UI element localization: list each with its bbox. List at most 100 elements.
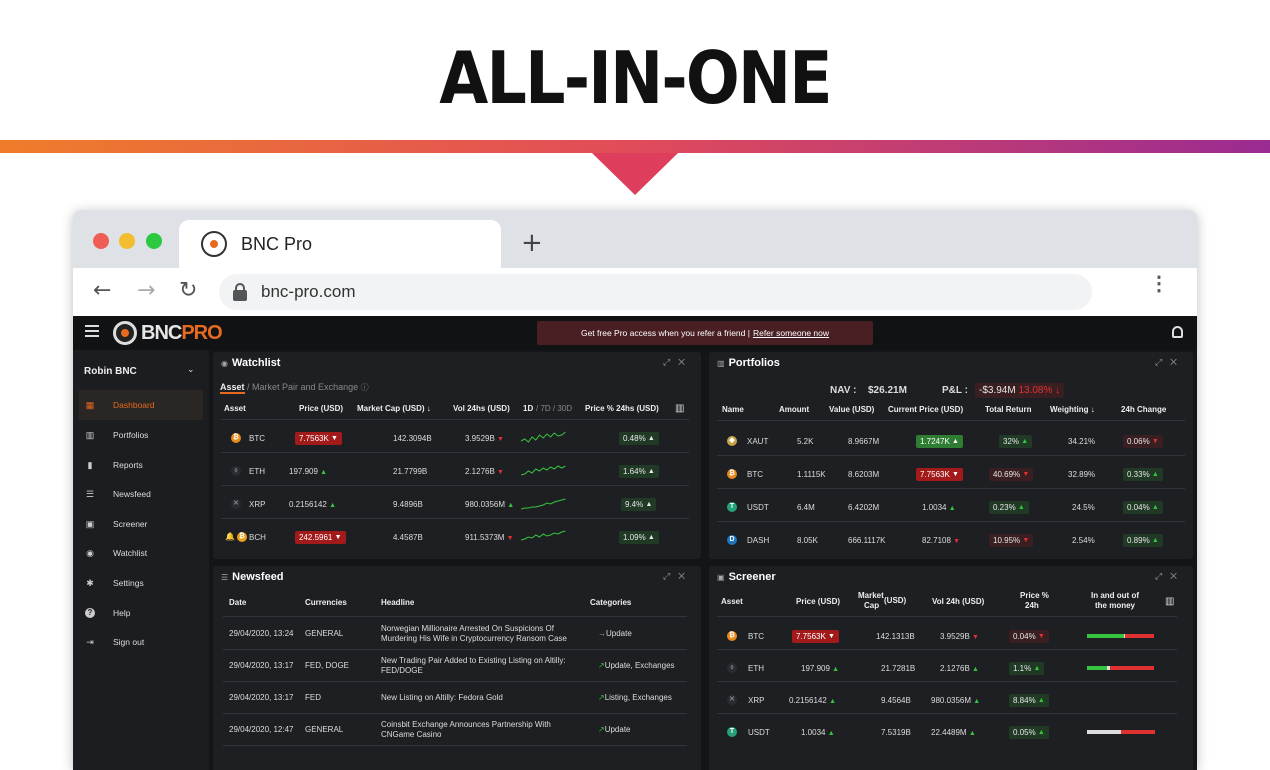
back-button[interactable]: ← [93, 278, 111, 303]
market-cap: 9.4896B [393, 500, 423, 509]
app-logo[interactable]: BNC PRO [113, 321, 223, 345]
reload-button[interactable]: ↻ [179, 278, 197, 303]
browser-menu-button[interactable]: ⋮ [1149, 274, 1169, 294]
asset-name[interactable]: BCH [249, 533, 266, 542]
row-divider [221, 485, 689, 486]
column-header[interactable]: Market [858, 591, 884, 600]
row-divider [717, 488, 1185, 489]
column-header[interactable]: Price % 24hs (USD) [585, 404, 659, 413]
hamburger-menu-icon[interactable] [85, 325, 99, 337]
news-headline-line1[interactable]: Coinsbit Exchange Announces Partnership … [381, 720, 551, 729]
panel-controls[interactable]: ⤢✕ [663, 357, 693, 368]
column-header[interactable]: Vol 24h (USD) [932, 597, 984, 606]
trend-up-icon: ↗ [598, 725, 605, 734]
column-header[interactable]: 24h [1025, 601, 1039, 610]
asset-name[interactable]: ETH [249, 467, 265, 476]
asset-name[interactable]: XAUT [747, 437, 768, 446]
maximize-window-button[interactable] [146, 233, 162, 249]
asset-name[interactable]: USDT [748, 728, 770, 737]
column-header[interactable]: Currencies [305, 598, 347, 607]
news-headline-line1[interactable]: New Listing on Altilly: Fedora Gold [381, 693, 503, 702]
column-header[interactable]: Headline [381, 598, 414, 607]
hero-title: ALL-IN-ONE [439, 36, 832, 120]
panel-controls[interactable]: ⤢✕ [1155, 357, 1185, 368]
sidebar-item-newsfeed[interactable]: ☰ Newsfeed [79, 479, 203, 509]
column-header[interactable]: Amount [779, 405, 809, 414]
columns-icon[interactable]: ▥ [675, 403, 684, 414]
asset-name[interactable]: DASH [747, 536, 769, 545]
volume: 3.9529B ▼ [465, 434, 504, 443]
news-currencies: GENERAL [305, 725, 344, 734]
row-divider [223, 681, 687, 682]
asset-name[interactable]: USDT [747, 503, 769, 512]
list-icon: ☰ [85, 489, 95, 499]
news-headline-line2[interactable]: CNGame Casino [381, 730, 441, 739]
asset-name[interactable]: XRP [249, 500, 265, 509]
panel-controls[interactable]: ⤢✕ [663, 571, 693, 582]
refer-link[interactable]: Refer someone now [753, 328, 829, 338]
news-headline-line2[interactable]: Murdering His Wife in Cryptocurrency Ran… [381, 634, 567, 643]
forward-button[interactable]: → [137, 278, 155, 303]
news-headline-line1[interactable]: Norwegian Millionaire Arrested On Suspic… [381, 624, 554, 633]
pct-change-badge: 0.04% ▼ [1009, 630, 1049, 643]
asset-name[interactable]: BTC [748, 632, 764, 641]
market-cap: 9.4564B [881, 696, 911, 705]
weighting: 34.21% [1068, 437, 1096, 446]
column-header[interactable]: Asset [224, 404, 246, 413]
sidebar-item-settings[interactable]: ✱ Settings [79, 568, 203, 598]
row-divider [221, 518, 689, 519]
sidebar-item-watchlist[interactable]: ◉ Watchlist [79, 538, 203, 568]
row-divider [223, 649, 687, 650]
columns-icon[interactable]: ▥ [1165, 596, 1174, 607]
column-header[interactable]: Price % [1020, 591, 1049, 600]
user-name[interactable]: Robin BNC [84, 366, 137, 377]
tab-asset[interactable]: Asset [220, 382, 245, 394]
column-header[interactable]: Weighting ↓ [1050, 405, 1095, 414]
panel-controls[interactable]: ⤢✕ [1155, 571, 1185, 582]
asset-name[interactable]: BTC [249, 434, 265, 443]
chevron-down-icon[interactable]: ⌄ [187, 364, 195, 375]
asset-name[interactable]: ETH [748, 664, 764, 673]
sidebar-item-help[interactable]: ? Help [79, 598, 203, 628]
browser-tab[interactable]: BNC Pro [179, 220, 501, 268]
column-header[interactable]: Market Cap (USD) ↓ [357, 404, 431, 413]
sidebar-item-sign-out[interactable]: ⇥ Sign out [79, 627, 203, 657]
column-header[interactable]: Value (USD) [829, 405, 874, 414]
column-header[interactable]: / 7D / 30D [536, 404, 572, 413]
amount: 6.4M [797, 503, 815, 512]
column-header[interactable]: In and out of [1091, 591, 1139, 600]
column-header[interactable]: Cap [864, 601, 879, 610]
column-header[interactable]: Asset [721, 597, 743, 606]
column-header[interactable]: Name [722, 405, 744, 414]
column-header[interactable]: the money [1095, 601, 1135, 610]
sidebar-item-reports[interactable]: ▮ Reports [79, 450, 203, 480]
column-header[interactable]: Price (USD) [299, 404, 343, 413]
close-window-button[interactable] [93, 233, 109, 249]
column-header[interactable]: (USD) [884, 596, 906, 605]
column-header[interactable]: 24h Change [1121, 405, 1166, 414]
asset-name[interactable]: BTC [747, 470, 763, 479]
minimize-window-button[interactable] [119, 233, 135, 249]
url-field[interactable]: bnc-pro.com [219, 274, 1092, 310]
bell-icon[interactable]: 🔔 [225, 532, 235, 541]
column-header[interactable]: Total Return [985, 405, 1032, 414]
toolbox-icon: ▣ [717, 573, 725, 582]
sidebar-item-screener[interactable]: ▣ Screener [79, 509, 203, 539]
news-date: 29/04/2020, 13:17 [229, 661, 294, 670]
column-header[interactable]: Date [229, 598, 246, 607]
sidebar-item-dashboard[interactable]: ▦ Dashboard [79, 390, 203, 420]
column-header[interactable]: 1D [523, 404, 533, 413]
column-header[interactable]: Vol 24hs (USD) [453, 404, 510, 413]
new-tab-button[interactable]: + [521, 228, 543, 258]
amount: 5.2K [797, 437, 814, 446]
news-headline-line2[interactable]: FED/DOGE [381, 666, 423, 675]
sidebar-item-portfolios[interactable]: ▥ Portfolios [79, 420, 203, 450]
column-header[interactable]: Categories [590, 598, 631, 607]
column-header[interactable]: Price (USD) [796, 597, 840, 606]
weighting: 32.89% [1068, 470, 1096, 479]
news-headline-line1[interactable]: New Trading Pair Added to Existing Listi… [381, 656, 566, 665]
column-header[interactable]: Current Price (USD) [888, 405, 963, 414]
bell-icon[interactable] [1172, 326, 1183, 338]
asset-name[interactable]: XRP [748, 696, 764, 705]
tab-market-pair[interactable]: / Market Pair and Exchange [247, 382, 358, 392]
